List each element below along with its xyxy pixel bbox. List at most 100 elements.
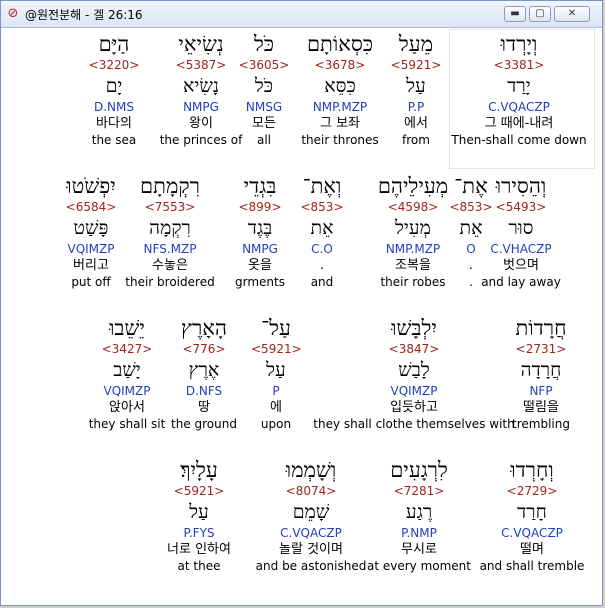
interlinear-word[interactable]: מֵעַל <5921> עַל P.P 에서 from (386, 31, 446, 148)
parsing-code: NFS.MZP (143, 242, 197, 256)
lemma-word: חָרַד (517, 501, 547, 523)
interlinear-word[interactable]: יֵשֵׁבוּ <3427> יָשַׁב VQIMZP 앉아서 they shall … (82, 315, 172, 432)
lemma-word: עַל (406, 75, 426, 97)
strong-number[interactable]: <899> (225, 200, 295, 215)
strong-number[interactable]: <853> (297, 200, 347, 215)
interlinear-word[interactable]: וְאֶת־ <853> אֵת C.O. and (297, 173, 347, 290)
interlinear-word[interactable]: לִרְגָעִים <7281> רֶגַע P.NMP 무시로 at every mo… (364, 457, 474, 574)
strong-number[interactable]: <3847> (304, 342, 524, 357)
strong-number[interactable]: <7553> (115, 200, 225, 215)
parsing-code: C.O (311, 242, 333, 256)
lemma-word: אֵת (310, 217, 334, 239)
strong-number[interactable]: <2729> (472, 484, 592, 499)
maximize-button[interactable]: ▢ (529, 6, 551, 22)
korean-gloss: 떨며 (520, 542, 544, 557)
korean-gloss: 옷을 (248, 258, 272, 273)
english-gloss: the princes of (159, 133, 243, 147)
parsing-code: C.VQACZP (501, 526, 563, 540)
strong-number[interactable]: <3427> (82, 342, 172, 357)
korean-gloss: 그 때에-내려 (484, 116, 554, 131)
parsing-code: P.NMP (401, 526, 437, 540)
strong-number[interactable]: <5921> (386, 58, 446, 73)
lemma-word: בֶּגֶד (247, 217, 273, 239)
hebrew-word: יִפְשֹׁטוּ (66, 174, 116, 198)
strong-number[interactable]: <3678> (285, 58, 395, 73)
english-gloss: put off (71, 275, 111, 289)
english-gloss: their robes (380, 275, 446, 289)
minimize-icon: ▬ (510, 8, 520, 19)
english-gloss: Then-shall come down (451, 133, 587, 147)
hebrew-word: כִּסְאוֹתָם (306, 32, 374, 56)
strong-number[interactable]: <3220> (74, 58, 154, 73)
strong-number[interactable]: <5921> (251, 342, 302, 357)
parsing-code: NMP.MZP (312, 100, 368, 114)
lemma-word: רֶגַע (405, 501, 433, 523)
interlinear-word[interactable]: הַיָּם <3220> יָם D.NMS 바다의 the sea (74, 31, 154, 148)
parsing-code: VQIMZP (390, 384, 438, 398)
korean-gloss: 수놓은 (152, 258, 188, 273)
strong-number[interactable]: <5921> (154, 484, 244, 499)
hebrew-word: וְיָרְדוּ (500, 32, 538, 56)
hebrew-word: הַיָּם (98, 32, 130, 56)
english-gloss: at every moment (366, 559, 471, 573)
strong-number[interactable]: <3381> (446, 58, 592, 73)
interlinear-word[interactable]: כִּסְאוֹתָם <3678> כִּסֵּא NMP.MZP 그 보좌 their… (285, 31, 395, 148)
interlinear-word[interactable]: בִּגְדֵי <899> בֶּגֶד NMPG 옷을 grments (225, 173, 295, 290)
strong-number[interactable]: <6584> (51, 200, 131, 215)
interlinear-word[interactable]: הָאָרֶץ <776> אֶרֶץ D.NFS 땅 the ground (159, 315, 249, 432)
korean-gloss: 에서 (404, 116, 428, 131)
window-title: @원전분해 - 겔 26:16 (25, 8, 143, 22)
interlinear-word[interactable]: יִלְבָּשׁוּ <3847> לָבַשׁ VQIMZP 입듯하고 they sh… (304, 315, 524, 432)
korean-gloss: 조복을 (395, 258, 431, 273)
title-bar[interactable]: ⊘ @원전분해 - 겔 26:16 ▬ ▢ ✕ (1, 1, 602, 28)
korean-gloss: 에 (270, 400, 282, 415)
lemma-word: יָרַד (507, 75, 531, 97)
english-gloss: from (402, 133, 430, 147)
parsing-code: C.VQACZP (280, 526, 342, 540)
strong-number[interactable]: <5387> (156, 58, 246, 73)
interlinear-word[interactable]: וְיָרְדוּ <3381> יָרַד C.VQACZP 그 때에-내려 Then-… (446, 31, 592, 148)
interlinear-word[interactable]: נְשִׂיאֵי <5387> נָשִׂיא NMPG 왕이 the princes … (156, 31, 246, 148)
minimize-button[interactable]: ▬ (504, 6, 526, 22)
interlinear-word[interactable]: וְחָרְדוּ <2729> חָרַד C.VQACZP 떨며 and shall … (472, 457, 592, 574)
korean-gloss: . (319, 258, 325, 273)
maximize-icon: ▢ (535, 8, 545, 19)
hebrew-word: עָלָיִךְ׃ (180, 458, 218, 482)
app-logo-icon: ⊘ (7, 6, 19, 21)
parsing-code: D.NMS (93, 100, 134, 114)
interlinear-word[interactable]: וְשָׁמְמוּ <8074> שָׁמֵם C.VQACZP 놀랄 것이며 and … (251, 457, 371, 574)
hebrew-word: רִקְמָתָם (140, 174, 200, 198)
parsing-code: VQIMZP (67, 242, 115, 256)
lemma-word: מְעִיל (395, 217, 431, 239)
parsing-code: D.NFS (185, 384, 223, 398)
hebrew-word: יֵשֵׁבוּ (109, 316, 145, 340)
interlinear-word[interactable]: יִפְשֹׁטוּ <6584> פָּשַׁט VQIMZP 버리고 put off (51, 173, 131, 290)
parsing-code: NMP.MZP (385, 242, 441, 256)
strong-number[interactable]: <7281> (364, 484, 474, 499)
interlinear-panel: וְיָרְדוּ <3381> יָרַד C.VQACZP 그 때에-내려 Then-… (7, 29, 600, 603)
korean-gloss: 그 보좌 (319, 116, 360, 131)
app-window: ⊘ @원전분해 - 겔 26:16 ▬ ▢ ✕ וְיָרְדוּ <3381> י… (0, 0, 603, 606)
hebrew-word: מְעִילֵיהֶם (377, 174, 449, 198)
hebrew-word: בִּגְדֵי (243, 174, 277, 198)
strong-number[interactable]: <4598> (358, 200, 468, 215)
interlinear-word[interactable]: מְעִילֵיהֶם <4598> מְעִיל NMP.MZP 조복을 their r… (358, 173, 468, 290)
korean-gloss: 앉아서 (109, 400, 145, 415)
korean-gloss: 버리고 (73, 258, 109, 273)
korean-gloss: 놀랄 것이며 (279, 542, 343, 557)
interlinear-word[interactable]: רִקְמָתָם <7553> רִקְמָה NFS.MZP 수놓은 their br… (115, 173, 225, 290)
lemma-word: נָשִׂיא (182, 75, 219, 97)
lemma-word: עַל (189, 501, 209, 523)
strong-number[interactable]: <776> (159, 342, 249, 357)
interlinear-word[interactable]: עָלָיִךְ׃ <5921> עַל P.FYS 너로 인하여 at thee (154, 457, 244, 574)
hebrew-word: לִרְגָעִים (390, 458, 448, 482)
korean-gloss: 무시로 (401, 542, 437, 557)
lemma-word: עַל (266, 359, 286, 381)
lemma-word: לָבַשׁ (398, 359, 430, 381)
english-gloss: their thrones (301, 133, 379, 147)
close-button[interactable]: ✕ (554, 6, 590, 22)
interlinear-word[interactable]: עַל־ <5921> עַל P 에 upon (251, 315, 302, 432)
hebrew-word: וְשָׁמְמוּ (285, 458, 337, 482)
strong-number[interactable]: <8074> (251, 484, 371, 499)
lemma-word: יָם (105, 75, 123, 97)
